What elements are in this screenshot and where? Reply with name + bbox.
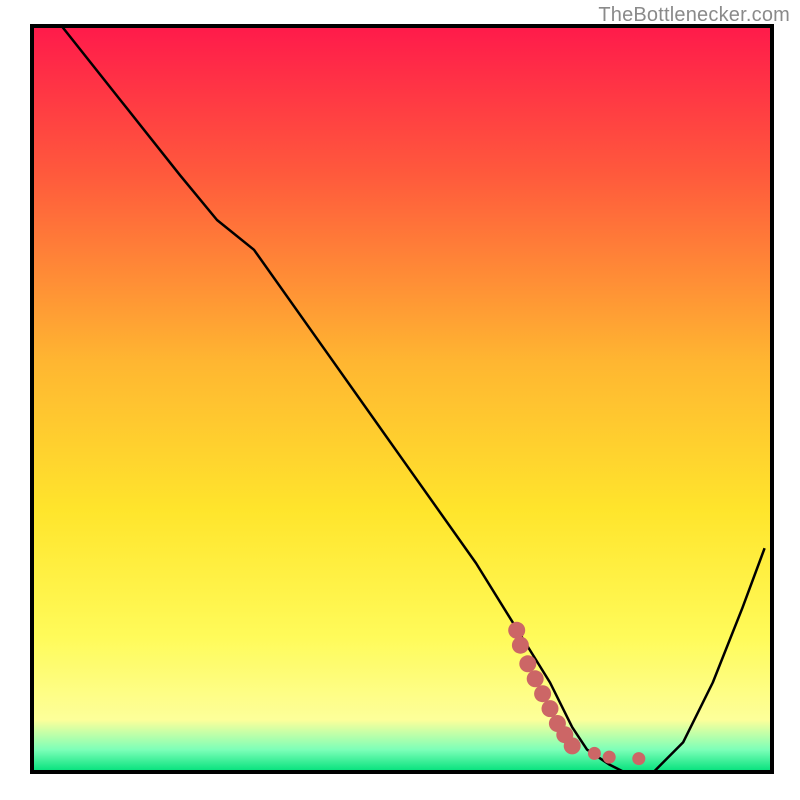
watermark-text: TheBottlenecker.com [598, 4, 790, 27]
highlight-dot [603, 751, 616, 764]
highlight-dot [632, 752, 645, 765]
highlight-dot [527, 670, 544, 687]
highlight-dot [564, 737, 581, 754]
chart-gradient-background [32, 26, 772, 772]
highlight-dot [512, 637, 529, 654]
chart-container: TheBottlenecker.com [0, 0, 800, 800]
bottleneck-chart [0, 0, 800, 800]
highlight-dot [534, 685, 551, 702]
highlight-dot [542, 700, 559, 717]
highlight-dot [588, 747, 601, 760]
highlight-dot [519, 655, 536, 672]
highlight-dot [508, 622, 525, 639]
